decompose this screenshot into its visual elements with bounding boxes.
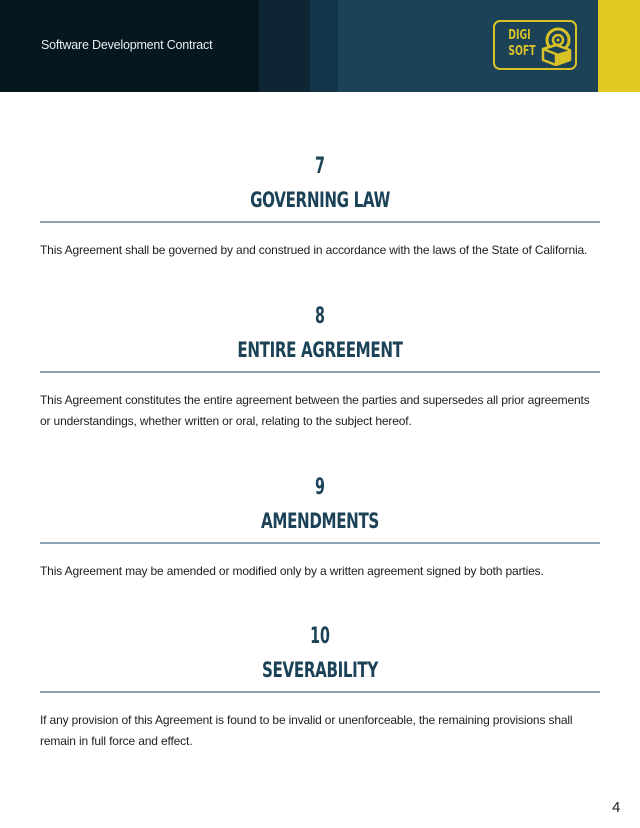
section-number: 10 — [310, 624, 330, 649]
section-governing-law: 7 GOVERNING LAW This Agreement shall be … — [40, 154, 600, 261]
logo-line-1: DIGI — [508, 28, 531, 43]
section-number: 9 — [315, 475, 325, 500]
section-body: This Agreement constitutes the entire ag… — [40, 393, 590, 428]
section-divider — [40, 542, 600, 544]
section-body: This Agreement shall be governed by and … — [40, 243, 588, 257]
section-title: SEVERABILITY — [262, 658, 378, 682]
section-divider — [40, 691, 600, 693]
section-body: If any provision of this Agreement is fo… — [40, 713, 573, 748]
header-band-accent — [598, 0, 640, 92]
section-title: ENTIRE AGREEMENT — [237, 338, 403, 362]
section-divider — [40, 221, 600, 223]
company-logo: DIGI SOFT — [493, 20, 577, 70]
section-number: 7 — [315, 154, 325, 179]
section-number: 8 — [315, 304, 325, 329]
section-entire-agreement: 8 ENTIRE AGREEMENT This Agreement consti… — [40, 304, 600, 432]
section-severability: 10 SEVERABILITY If any provision of this… — [40, 624, 600, 752]
section-title: GOVERNING LAW — [250, 188, 390, 212]
document-title: Software Development Contract — [41, 38, 213, 52]
section-amendments: 9 AMENDMENTS This Agreement may be amend… — [40, 475, 600, 582]
section-body: This Agreement may be amended or modifie… — [40, 564, 544, 578]
disc-box-icon — [541, 27, 572, 66]
page-number: 4 — [612, 799, 621, 816]
logo-wordmark: DIGI SOFT — [508, 28, 536, 60]
section-title: AMENDMENTS — [261, 509, 379, 533]
section-divider — [40, 371, 600, 373]
logo-line-2: SOFT — [508, 44, 536, 59]
header-band-mid-light — [310, 0, 338, 92]
page-header: Software Development Contract DIGI SOFT — [0, 0, 640, 92]
header-band-mid — [259, 0, 310, 92]
